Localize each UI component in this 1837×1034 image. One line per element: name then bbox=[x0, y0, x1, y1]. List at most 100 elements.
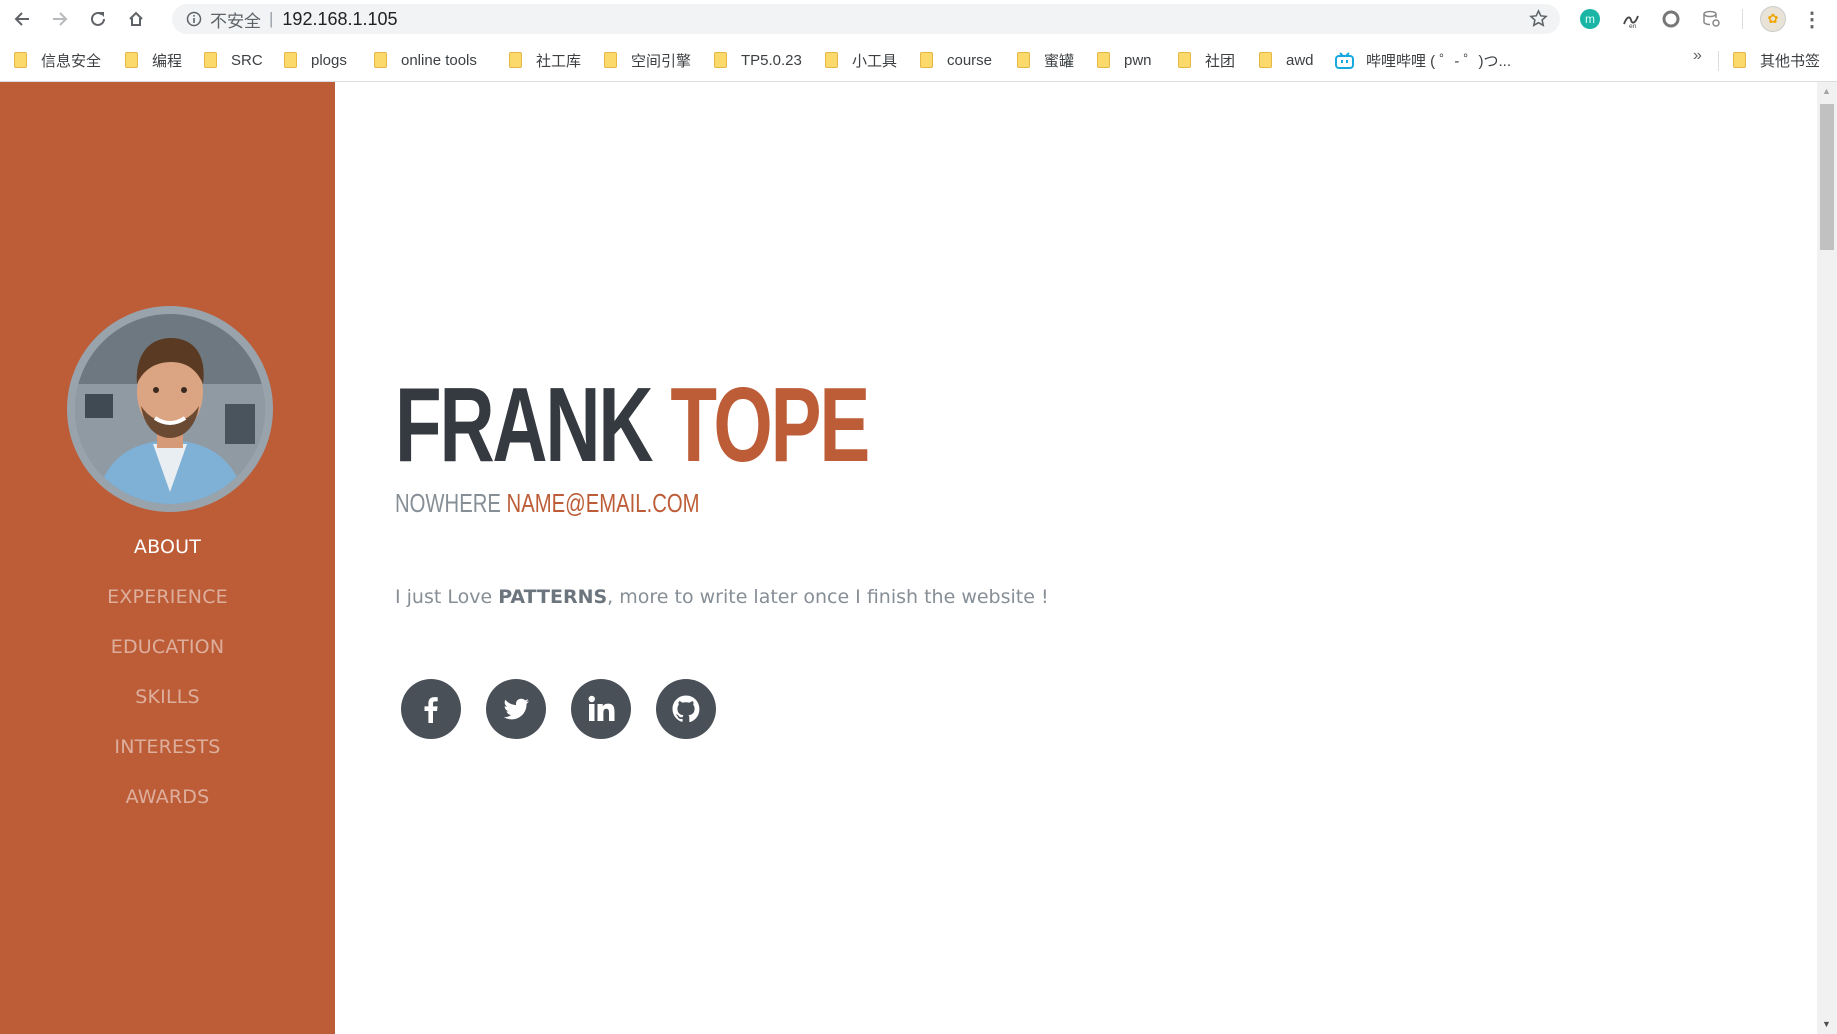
translate-extension-icon[interactable]: en bbox=[1620, 8, 1642, 30]
nav-item-education[interactable]: EDUCATION bbox=[0, 622, 335, 672]
folder-icon bbox=[284, 52, 297, 68]
scroll-up-arrow-icon[interactable]: ▲ bbox=[1822, 86, 1831, 96]
bookmark-folder[interactable]: 小工具 bbox=[825, 49, 897, 71]
bookmarks-overflow-button[interactable]: » bbox=[1693, 47, 1702, 65]
nav-item-awards[interactable]: AWARDS bbox=[0, 772, 335, 822]
home-icon bbox=[129, 11, 143, 26]
twitter-button[interactable] bbox=[486, 679, 546, 739]
bookmark-folder[interactable]: SRC bbox=[204, 49, 263, 71]
bookmark-folder[interactable]: 蜜罐 bbox=[1017, 49, 1074, 71]
folder-icon bbox=[1733, 52, 1746, 68]
profile-avatar-icon[interactable]: ✿ bbox=[1760, 6, 1786, 32]
toolbar-divider bbox=[1742, 9, 1743, 29]
profile-photo bbox=[67, 306, 273, 512]
home-button[interactable] bbox=[122, 5, 150, 33]
extension-m-letter: m bbox=[1585, 12, 1595, 26]
last-name: TOPE bbox=[670, 366, 870, 484]
folder-icon bbox=[1259, 52, 1272, 68]
bookmark-bilibili[interactable]: 哔哩哔哩 ( ゜- ゜)つ... bbox=[1335, 49, 1511, 71]
folder-icon bbox=[1178, 52, 1191, 68]
bookmark-label: 空间引擎 bbox=[631, 52, 692, 70]
linkedin-icon bbox=[588, 695, 615, 721]
page-title: FRANK TOPE bbox=[395, 372, 870, 478]
back-arrow-icon bbox=[14, 11, 29, 26]
folder-icon bbox=[509, 52, 522, 68]
linkedin-button[interactable] bbox=[571, 679, 631, 739]
bookmark-label: 信息安全 bbox=[41, 52, 102, 70]
sidebar: ABOUT EXPERIENCE EDUCATION SKILLS INTERE… bbox=[0, 82, 335, 1034]
github-button[interactable] bbox=[656, 679, 716, 739]
bookmark-star-icon[interactable] bbox=[1529, 9, 1548, 34]
email-link[interactable]: NAME@EMAIL.COM bbox=[507, 488, 700, 518]
url-text[interactable]: 192.168.1.105 bbox=[282, 9, 397, 30]
security-separator: | bbox=[269, 9, 274, 28]
scroll-thumb[interactable] bbox=[1820, 104, 1834, 250]
bookmark-folder[interactable]: 编程 bbox=[125, 49, 182, 71]
bookmark-label: TP5.0.23 bbox=[741, 51, 802, 69]
bookmark-label: SRC bbox=[231, 51, 263, 69]
bookmark-folder[interactable]: online tools bbox=[374, 49, 477, 71]
svg-text:en: en bbox=[1629, 23, 1637, 29]
extension-m-icon[interactable]: m bbox=[1580, 9, 1600, 29]
back-button[interactable] bbox=[8, 5, 36, 33]
browser-menu-icon[interactable]: ⋮ bbox=[1802, 6, 1822, 32]
bookmark-folder[interactable]: plogs bbox=[284, 49, 347, 71]
facebook-icon bbox=[424, 697, 438, 723]
bookmark-label: 小工具 bbox=[852, 52, 898, 70]
nav-item-experience[interactable]: EXPERIENCE bbox=[0, 572, 335, 622]
sidebar-nav: ABOUT EXPERIENCE EDUCATION SKILLS INTERE… bbox=[0, 522, 335, 822]
folder-icon bbox=[1097, 52, 1110, 68]
github-icon bbox=[672, 695, 700, 723]
bookmark-label: course bbox=[947, 51, 993, 69]
about-prefix: I just Love bbox=[395, 586, 499, 608]
bookmark-folder[interactable]: 空间引擎 bbox=[604, 49, 691, 71]
folder-icon bbox=[1017, 52, 1030, 68]
info-icon[interactable] bbox=[184, 9, 204, 29]
nav-item-skills[interactable]: SKILLS bbox=[0, 672, 335, 722]
twitter-icon bbox=[503, 698, 529, 720]
bookmark-label: plogs bbox=[311, 51, 347, 69]
folder-icon bbox=[714, 52, 727, 68]
about-text: I just Love PATTERNS, more to write late… bbox=[395, 586, 1049, 608]
bookmark-label: 其他书签 bbox=[1760, 52, 1821, 70]
about-suffix: , more to write later once I finish the … bbox=[607, 586, 1049, 608]
database-extension-icon[interactable] bbox=[1700, 8, 1722, 30]
contact-subheading: NOWHERE NAME@EMAIL.COM bbox=[395, 488, 700, 519]
security-label[interactable]: 不安全 bbox=[210, 7, 261, 32]
address-bar[interactable]: 不安全 | 192.168.1.105 bbox=[172, 4, 1560, 34]
folder-icon bbox=[374, 52, 387, 68]
folder-icon bbox=[14, 52, 27, 68]
nav-item-interests[interactable]: INTERESTS bbox=[0, 722, 335, 772]
other-bookmarks-folder[interactable]: 其他书签 bbox=[1733, 49, 1820, 71]
bookmark-label: 哔哩哔哩 ( ゜- ゜)つ... bbox=[1366, 52, 1511, 70]
bookmark-folder[interactable]: pwn bbox=[1097, 49, 1152, 71]
location-text: NOWHERE bbox=[395, 488, 501, 518]
bookmark-label: online tools bbox=[401, 51, 477, 69]
bookmarks-bar: 信息安全 编程 SRC plogs online tools 社工库 空间引擎 … bbox=[0, 37, 1837, 82]
forward-arrow-icon bbox=[53, 11, 68, 26]
about-bold: PATTERNS bbox=[498, 586, 608, 608]
folder-icon bbox=[204, 52, 217, 68]
facebook-button[interactable] bbox=[401, 679, 461, 739]
reload-button[interactable] bbox=[84, 5, 112, 33]
bookmark-label: 社团 bbox=[1205, 52, 1236, 70]
browser-toolbar: 不安全 | 192.168.1.105 m en ✿ ⋮ bbox=[0, 0, 1837, 37]
bookmark-label: 社工库 bbox=[536, 52, 582, 70]
bookmark-folder[interactable]: awd bbox=[1259, 49, 1314, 71]
bookmark-folder[interactable]: 信息安全 bbox=[14, 49, 101, 71]
bookmark-folder[interactable]: 社团 bbox=[1178, 49, 1235, 71]
folder-icon bbox=[125, 52, 138, 68]
bookmark-folder[interactable]: TP5.0.23 bbox=[714, 49, 802, 71]
bookmark-folder[interactable]: 社工库 bbox=[509, 49, 581, 71]
folder-icon bbox=[825, 52, 838, 68]
nav-item-about[interactable]: ABOUT bbox=[0, 522, 335, 572]
record-extension-icon[interactable] bbox=[1660, 8, 1682, 30]
folder-icon bbox=[920, 52, 933, 68]
page-scrollbar[interactable]: ▲ ▼ bbox=[1817, 82, 1837, 1034]
bookmark-label: pwn bbox=[1124, 51, 1152, 69]
bookmark-label: 蜜罐 bbox=[1044, 52, 1075, 70]
scroll-down-arrow-icon[interactable]: ▼ bbox=[1822, 1019, 1831, 1029]
forward-button[interactable] bbox=[46, 5, 74, 33]
bilibili-icon bbox=[1335, 51, 1354, 69]
bookmark-folder[interactable]: course bbox=[920, 49, 992, 71]
